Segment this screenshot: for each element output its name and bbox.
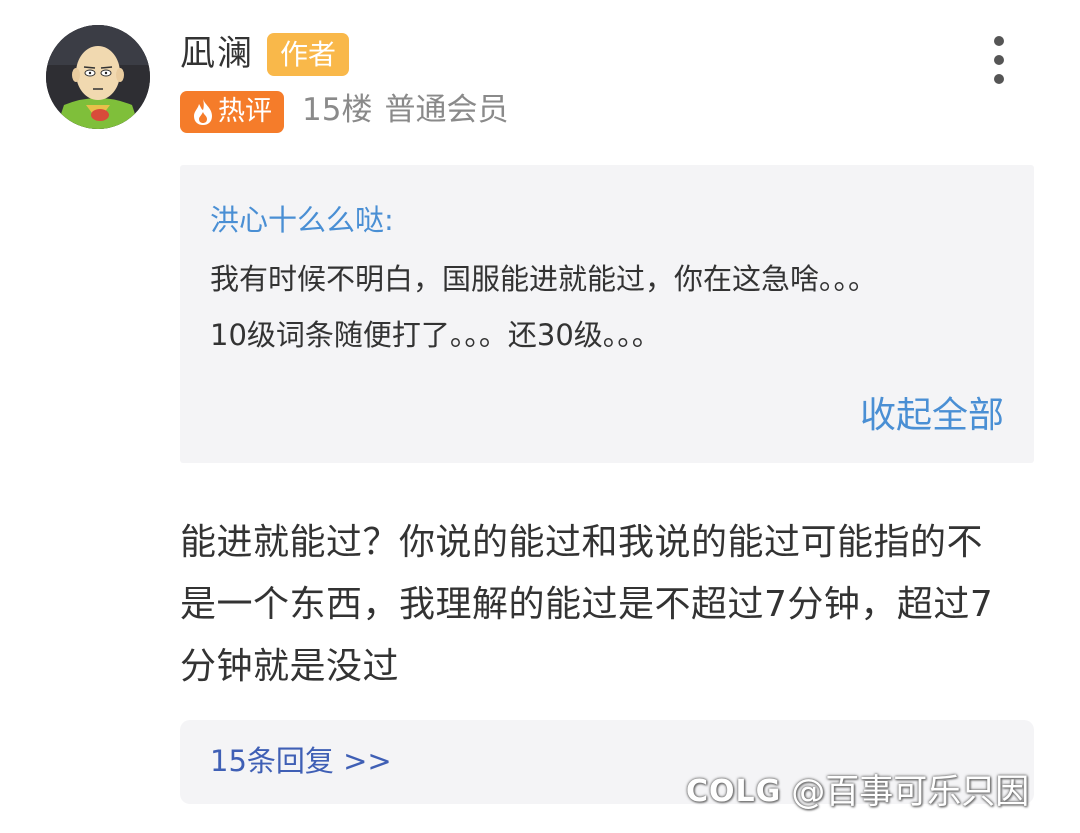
comment-line: 分钟就是没过 [180, 646, 400, 687]
quote-line: 10级词条随便打了。。。还30级。。。 [210, 318, 661, 352]
quote-line: 我有时候不明白，国服能进就能过，你在这急啥。。。 [210, 262, 878, 296]
comment-line: 能进就能过？你说的能过和我说的能过可能指的不 [180, 522, 984, 563]
more-vertical-icon-dot [994, 36, 1004, 46]
watermark: COLG @百事可乐只因 [686, 768, 1029, 816]
avatar-image [46, 25, 150, 129]
comment-body: 能进就能过？你说的能过和我说的能过可能指的不 是一个东西，我理解的能过是不超过7… [180, 512, 1040, 698]
floor-info: 15楼 普通会员 [302, 88, 508, 132]
quoted-comment: 洪心十么么哒: 我有时候不明白，国服能进就能过，你在这急啥。。。 10级词条随便… [180, 165, 1034, 463]
watermark-logo: COLG [686, 774, 782, 809]
more-vertical-icon-dot [994, 74, 1004, 84]
floor-number: 15楼 [302, 92, 373, 128]
avatar[interactable] [46, 25, 150, 129]
more-vertical-icon-dot [994, 55, 1004, 65]
username[interactable]: 凪澜 [180, 30, 254, 78]
hot-badge-label: 热评 [218, 96, 272, 127]
view-replies-link[interactable]: 15条回复 >> [210, 740, 392, 782]
member-level: 普通会员 [384, 92, 509, 128]
comment-line: 是一个东西，我理解的能过是不超过7分钟，超过7 [180, 584, 994, 625]
collapse-all-link[interactable]: 收起全部 [860, 391, 1004, 441]
hot-comment-badge: 热评 [180, 91, 284, 133]
flame-icon [192, 98, 214, 126]
quote-author[interactable]: 洪心十么么哒: [210, 199, 394, 241]
author-badge: 作者 [267, 33, 349, 76]
more-options-button[interactable] [984, 36, 1014, 84]
quote-text: 我有时候不明白，国服能进就能过，你在这急啥。。。 10级词条随便打了。。。还30… [210, 251, 1010, 363]
watermark-text: @百事可乐只因 [791, 772, 1030, 812]
